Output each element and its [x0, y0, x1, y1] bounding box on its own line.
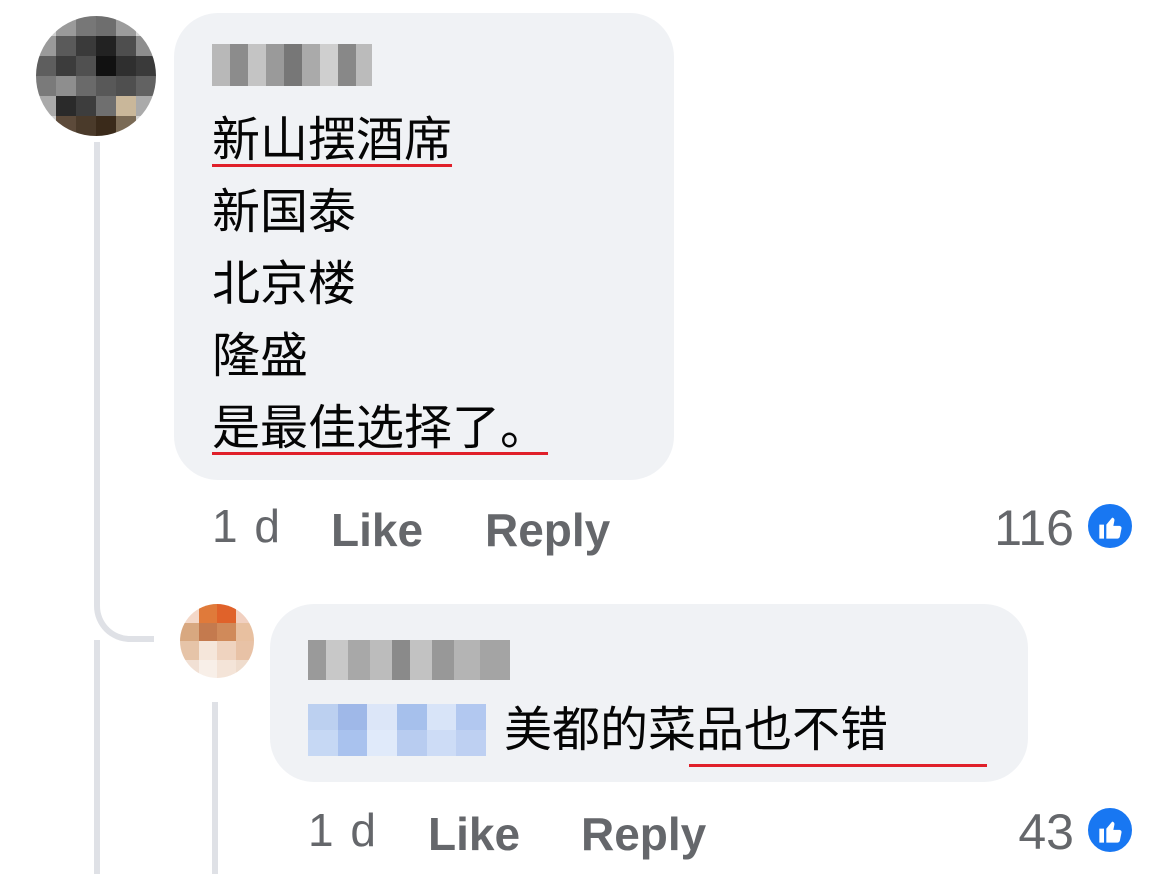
comment-line: 北京楼	[212, 256, 357, 312]
thumbs-up-icon[interactable]	[1086, 806, 1134, 854]
avatar[interactable]	[36, 16, 156, 136]
avatar[interactable]	[180, 604, 254, 678]
like-button[interactable]: Like	[331, 502, 423, 558]
thread-line-main	[94, 142, 100, 602]
reply-text-content: 美都的菜品也不错	[504, 702, 889, 758]
reply-button[interactable]: Reply	[485, 502, 610, 558]
comment-line: 隆盛	[212, 328, 309, 384]
author-name-blurred[interactable]	[212, 44, 372, 86]
reply-text: 美都的菜品也不错	[504, 702, 888, 758]
thumbs-up-icon[interactable]	[1086, 502, 1134, 550]
comment-timestamp[interactable]: 1 d	[212, 498, 282, 554]
thread-line-continue	[94, 640, 100, 874]
reply-timestamp[interactable]: 1 d	[308, 802, 378, 858]
thread-line-reply	[212, 702, 218, 874]
thread-line-curve	[94, 560, 154, 642]
mention-blurred[interactable]	[308, 704, 486, 756]
author-name-blurred[interactable]	[308, 640, 510, 680]
comment-line: 新山摆酒席	[212, 112, 453, 168]
comment-thread: 新山摆酒席 新国泰 北京楼 隆盛 是最佳选择了。 1 d Like Reply …	[0, 0, 1170, 874]
like-button[interactable]: Like	[428, 806, 520, 862]
reaction-count[interactable]: 116	[930, 500, 1074, 556]
reaction-count[interactable]: 43	[930, 804, 1074, 860]
highlight-underline	[689, 764, 987, 767]
comment-line: 新国泰	[212, 184, 357, 240]
comment-line: 是最佳选择了。	[212, 400, 549, 456]
reply-button[interactable]: Reply	[581, 806, 706, 862]
